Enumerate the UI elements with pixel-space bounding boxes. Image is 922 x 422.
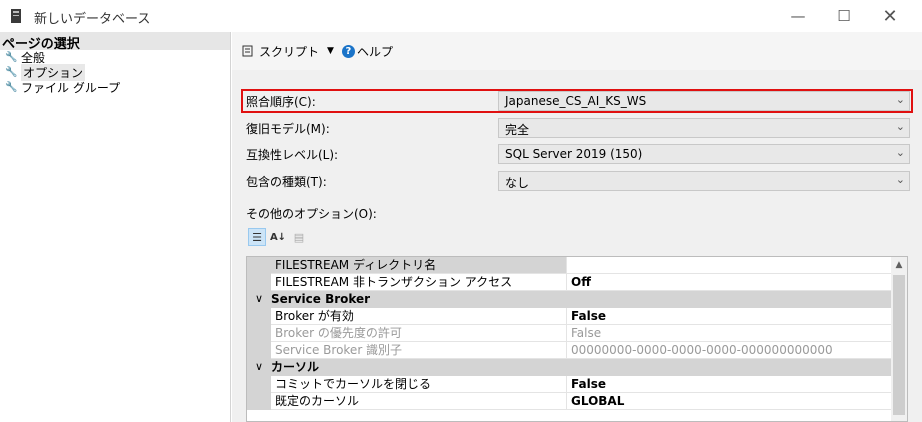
property-name: 既定のカーソル [271, 393, 567, 410]
categorized-icon: ☰ [252, 230, 262, 244]
category-row[interactable]: ∨ カーソル [247, 359, 893, 376]
property-row[interactable]: Broker が有効 False [247, 308, 893, 325]
chevron-down-icon: ⌄ [895, 120, 905, 133]
collapse-chevron-icon[interactable]: ∨ [247, 359, 271, 376]
property-name: FILESTREAM 非トランザクション アクセス [271, 274, 567, 291]
page-item-label: ファイル グループ [21, 81, 121, 95]
property-row[interactable]: コミットでカーソルを閉じる False [247, 376, 893, 393]
property-value: False [567, 325, 893, 342]
property-value[interactable]: False [567, 376, 893, 393]
script-icon [242, 45, 253, 57]
app-icon [11, 9, 21, 23]
page-selector-header: ページの選択 [0, 32, 230, 52]
recovery-value: 完全 [505, 123, 530, 137]
property-name: Service Broker 識別子 [271, 342, 567, 359]
close-button[interactable]: ✕ [867, 0, 913, 32]
category-row[interactable]: ∨ Service Broker [247, 291, 893, 308]
categorized-button[interactable]: ☰ [248, 228, 266, 246]
property-value[interactable]: Off [567, 274, 893, 291]
property-row[interactable]: Broker の優先度の許可 False [247, 325, 893, 342]
property-row[interactable]: FILESTREAM ディレクトリ名 [247, 257, 893, 274]
property-pages-button[interactable]: ▤ [290, 228, 308, 246]
options-panel: スクリプト ▼ ? ヘルプ 照合順序(C): Japanese_CS_AI_KS… [232, 32, 922, 422]
property-name: コミットでカーソルを閉じる [271, 376, 567, 393]
property-value: 00000000-0000-0000-0000-000000000000 [567, 342, 893, 359]
script-label: スクリプト [259, 44, 320, 59]
title-bar: 新しいデータベース — ☐ ✕ [0, 0, 922, 32]
chevron-down-icon: ▼ [327, 46, 334, 56]
chevron-down-icon: ⌄ [895, 146, 905, 159]
chevron-down-icon: ⌄ [895, 173, 905, 186]
window-title: 新しいデータベース [34, 12, 151, 27]
recovery-select[interactable]: 完全 ⌄ [498, 118, 910, 138]
compat-label: 互換性レベル(L): [246, 148, 339, 162]
wrench-icon: 🔧 [5, 52, 18, 63]
containment-row: 包含の種類(T): なし ⌄ [232, 170, 922, 192]
help-button[interactable]: ? ヘルプ [341, 43, 393, 60]
property-grid-toolbar: ☰ A↓ ▤ [248, 228, 308, 248]
compat-value: SQL Server 2019 (150) [505, 147, 643, 161]
containment-label: 包含の種類(T): [246, 175, 327, 189]
toolbar: スクリプト ▼ ? ヘルプ [232, 32, 922, 70]
scroll-thumb[interactable] [893, 275, 905, 415]
property-value[interactable]: False [567, 308, 893, 325]
property-name: FILESTREAM ディレクトリ名 [271, 257, 567, 274]
vertical-scrollbar[interactable]: ▲ [891, 257, 907, 421]
property-value[interactable]: GLOBAL [567, 393, 893, 410]
compat-select[interactable]: SQL Server 2019 (150) ⌄ [498, 144, 910, 164]
other-options-label: その他のオプション(O): [246, 207, 377, 221]
containment-value: なし [505, 176, 530, 190]
alphabetical-icon: A↓ [269, 231, 287, 243]
alphabetical-button[interactable]: A↓ [269, 228, 287, 246]
property-name: Broker の優先度の許可 [271, 325, 567, 342]
property-grid: FILESTREAM ディレクトリ名 FILESTREAM 非トランザクション … [246, 256, 908, 422]
containment-select[interactable]: なし ⌄ [498, 171, 910, 191]
minimize-button[interactable]: — [775, 0, 821, 32]
help-label: ヘルプ [356, 44, 393, 59]
scroll-up-icon[interactable]: ▲ [891, 257, 907, 273]
property-row[interactable]: Service Broker 識別子 00000000-0000-0000-00… [247, 342, 893, 359]
property-row[interactable]: FILESTREAM 非トランザクション アクセス Off [247, 274, 893, 291]
script-dropdown-button[interactable]: ▼ [327, 46, 334, 56]
page-item-options[interactable]: 🔧 オプション [0, 64, 230, 81]
wrench-icon: 🔧 [5, 67, 18, 78]
script-button[interactable]: スクリプト [242, 43, 319, 60]
highlight-box [241, 89, 913, 113]
property-value[interactable] [567, 257, 893, 274]
compat-row: 互換性レベル(L): SQL Server 2019 (150) ⌄ [232, 143, 922, 165]
wrench-icon: 🔧 [5, 82, 18, 93]
page-selector-panel: ページの選択 🔧 全般 🔧 オプション 🔧 ファイル グループ [0, 32, 231, 422]
recovery-label: 復旧モデル(M): [246, 122, 330, 136]
property-name: Broker が有効 [271, 308, 567, 325]
property-row[interactable]: 既定のカーソル GLOBAL [247, 393, 893, 410]
recovery-row: 復旧モデル(M): 完全 ⌄ [232, 117, 922, 139]
property-pages-icon: ▤ [293, 230, 305, 244]
maximize-button[interactable]: ☐ [821, 0, 867, 32]
collapse-chevron-icon[interactable]: ∨ [247, 291, 271, 308]
page-item-general[interactable]: 🔧 全般 [0, 50, 230, 65]
category-name: Service Broker [271, 292, 371, 306]
help-icon: ? [341, 44, 355, 58]
category-name: カーソル [271, 360, 320, 374]
page-item-filegroups[interactable]: 🔧 ファイル グループ [0, 80, 230, 95]
